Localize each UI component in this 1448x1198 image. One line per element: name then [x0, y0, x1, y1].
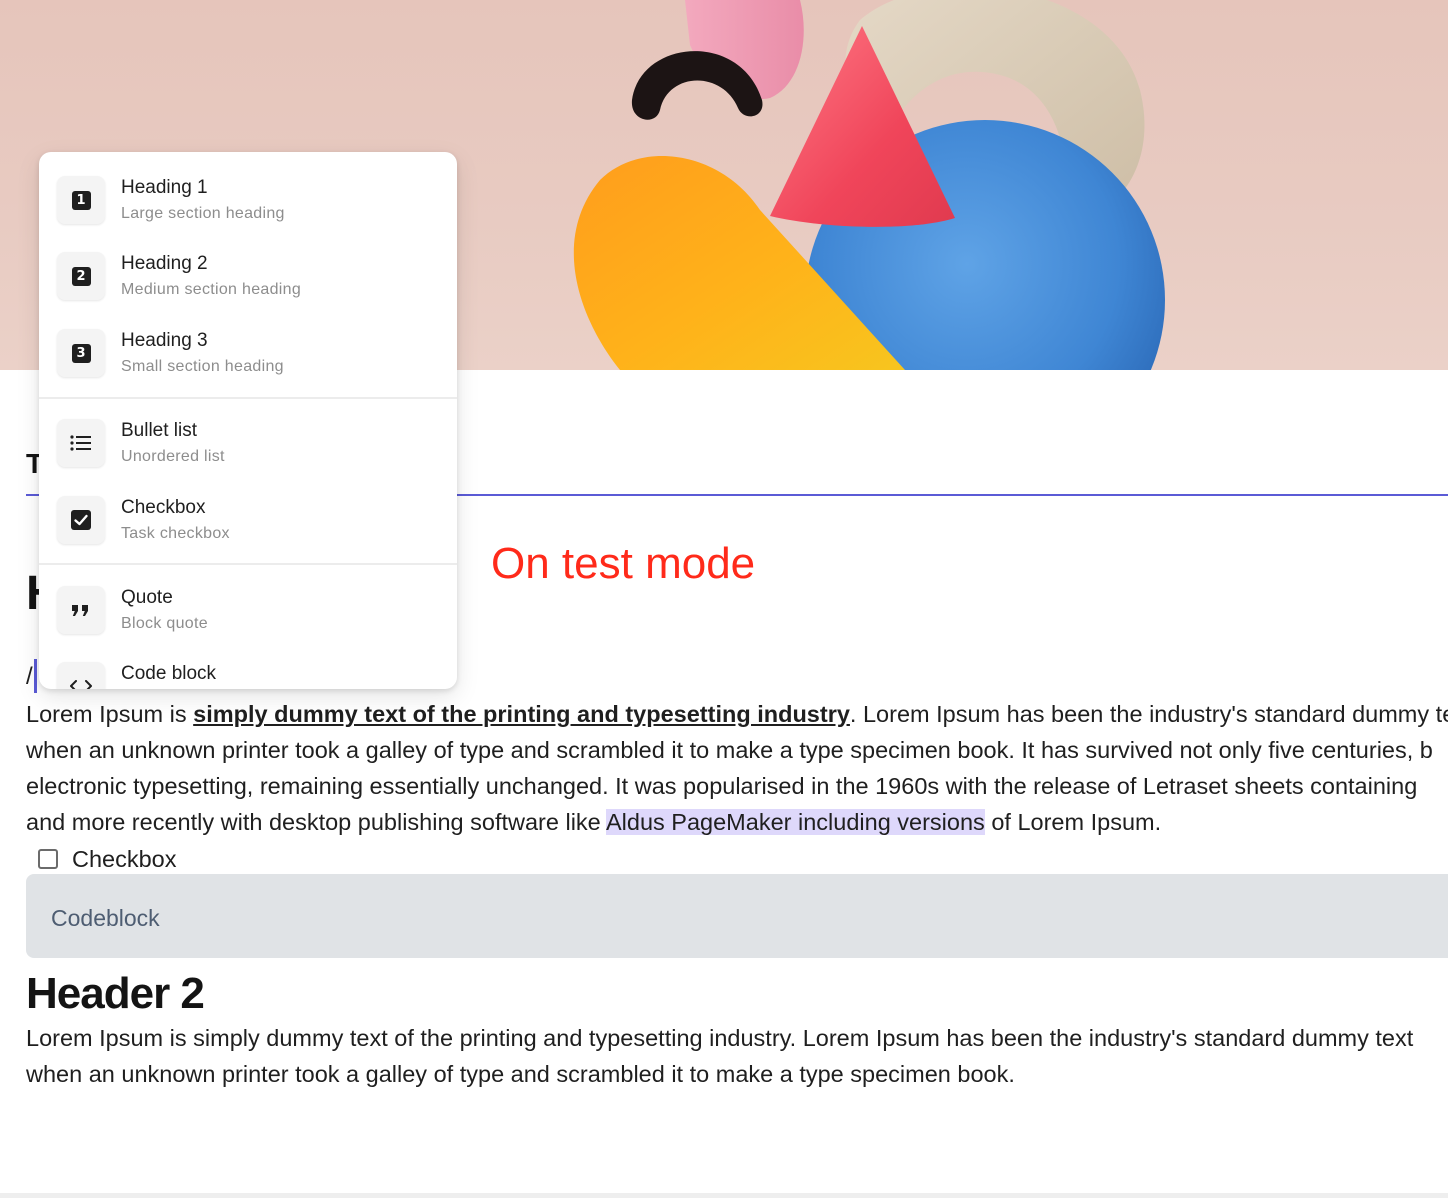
bullet-list-icon — [57, 419, 105, 467]
paragraph-1-text-start: Lorem Ipsum is — [26, 701, 194, 727]
heading-3-icon: 3 — [57, 329, 105, 377]
paragraph-1-line-3: electronic typesetting, remaining essent… — [26, 773, 1418, 799]
slash-command-text: / — [26, 663, 33, 690]
menu-item-title: Quote — [121, 587, 173, 608]
menu-item-quote[interactable]: Quote Block quote — [39, 562, 457, 638]
text-caret — [34, 659, 37, 693]
paragraph-2-line-2: when an unknown printer took a galley of… — [26, 1061, 1015, 1087]
menu-item-title: Heading 2 — [121, 253, 208, 274]
paragraph-2: Lorem Ipsum is simply dummy text of the … — [26, 1020, 1448, 1092]
code-block[interactable]: Codeblock — [26, 874, 1448, 958]
checkbox-icon — [57, 496, 105, 544]
menu-item-checkbox[interactable]: Checkbox Task checkbox — [39, 472, 457, 548]
menu-item-title: Code block — [121, 663, 217, 684]
heading-1-icon: 1 — [57, 176, 105, 224]
checkbox-glyph — [71, 510, 91, 530]
menu-item-subtitle: Small section heading — [121, 358, 284, 375]
menu-item-code-block[interactable]: Code block — [39, 638, 457, 689]
menu-item-subtitle: Task checkbox — [121, 525, 230, 542]
heading-2-icon: 2 — [57, 252, 105, 300]
menu-item-heading-3[interactable]: 3 Heading 3 Small section heading — [39, 305, 457, 381]
task-checkbox-label: Checkbox — [72, 845, 177, 872]
test-mode-label: On test mode — [491, 539, 756, 588]
highlighted-text: Aldus PageMaker including versions — [605, 809, 985, 835]
bold-underlined-text: simply dummy text of the printing and ty… — [193, 701, 850, 727]
paragraph-1: Lorem Ipsum is simply dummy text of the … — [26, 696, 1448, 840]
task-checkbox-row: Checkbox — [38, 843, 177, 875]
paragraph-1-line-4-end: of Lorem Ipsum. — [984, 809, 1162, 835]
heading-2-digit: 2 — [71, 266, 91, 286]
code-block-text: Codeblock — [51, 905, 160, 931]
menu-item-title: Checkbox — [121, 497, 206, 518]
task-checkbox[interactable] — [38, 849, 58, 869]
quote-icon — [57, 586, 105, 634]
bullet-list-glyph — [70, 435, 91, 451]
menu-item-subtitle: Large section heading — [121, 205, 285, 222]
menu-item-title: Heading 3 — [121, 330, 208, 351]
quote-glyph — [72, 605, 88, 616]
menu-item-title: Heading 1 — [121, 177, 208, 198]
code-glyph — [70, 680, 92, 689]
menu-item-heading-1[interactable]: 1 Heading 1 Large section heading — [39, 152, 457, 228]
menu-item-subtitle: Medium section heading — [121, 281, 302, 298]
paragraph-1-text-end: . Lorem Ipsum has been the industry's st… — [849, 701, 1448, 727]
heading-2-text: Header 2 — [26, 969, 205, 1018]
paragraph-1-line-1: Lorem Ipsum is simply dummy text of the … — [26, 696, 1448, 732]
heading-3-digit: 3 — [71, 343, 91, 363]
menu-item-bullet-list[interactable]: Bullet list Unordered list — [39, 395, 457, 471]
paragraph-1-line-4-start: and more recently with desktop publishin… — [26, 809, 606, 835]
editor-bottom-border — [0, 1193, 1448, 1198]
code-icon — [57, 662, 105, 689]
paragraph-1-line-2: when an unknown printer took a galley of… — [26, 737, 1433, 763]
menu-item-subtitle: Unordered list — [121, 448, 225, 465]
heading-1-digit: 1 — [71, 190, 91, 210]
paragraph-1-line-4: and more recently with desktop publishin… — [26, 804, 1448, 840]
menu-item-subtitle: Block quote — [121, 615, 208, 632]
menu-item-title: Bullet list — [121, 420, 198, 441]
paragraph-2-line-1: Lorem Ipsum is simply dummy text of the … — [26, 1025, 1414, 1051]
menu-item-heading-2[interactable]: 2 Heading 2 Medium section heading — [39, 228, 457, 304]
slash-command-menu: 1 Heading 1 Large section heading 2 Head… — [39, 152, 457, 689]
